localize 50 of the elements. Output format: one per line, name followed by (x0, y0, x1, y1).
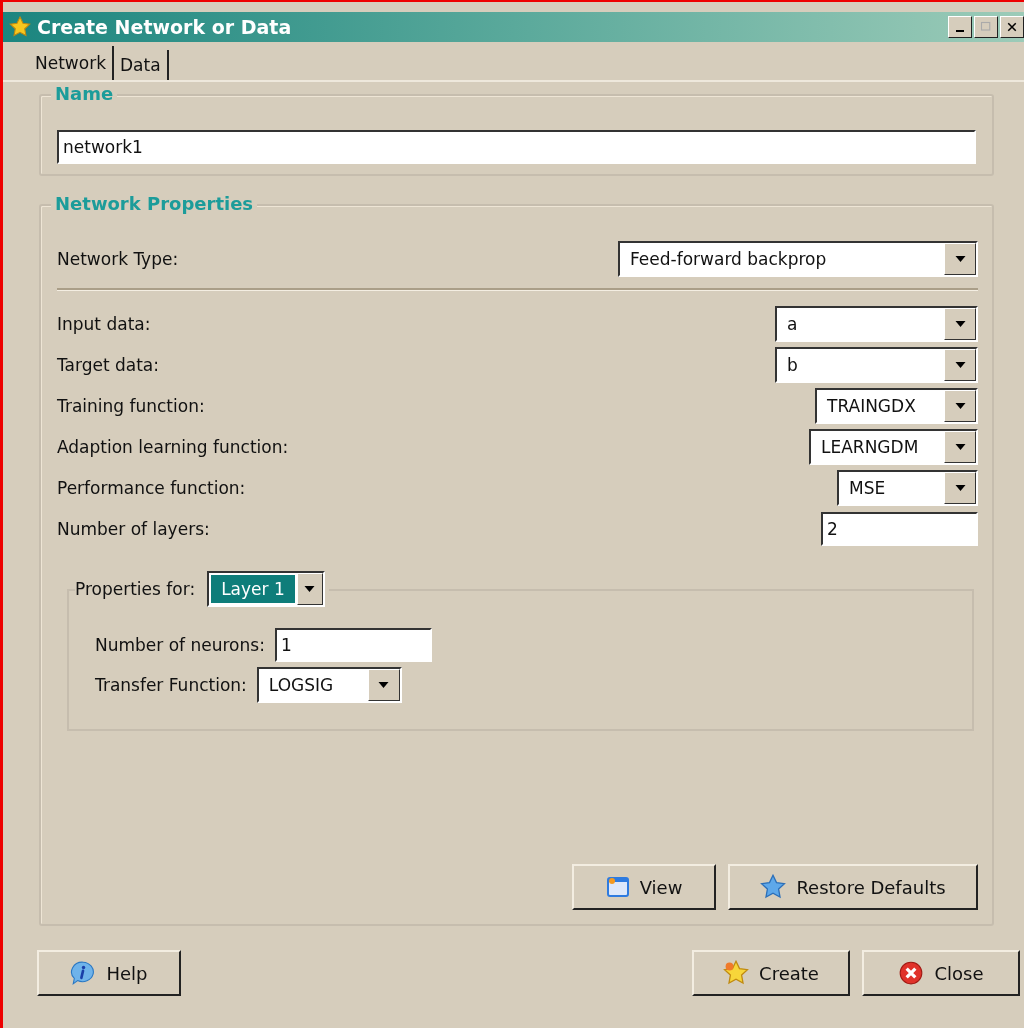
dropdown[interactable]: TRAINGDX (815, 387, 978, 424)
window-title: Create Network or Data (37, 16, 292, 38)
info-icon (70, 960, 97, 986)
field-label: Training function: (57, 395, 205, 416)
star-icon (9, 16, 31, 38)
field-label: Network Type: (57, 249, 179, 269)
caret-icon (954, 361, 966, 368)
network-type-dropdown[interactable]: Feed-forward backprop (618, 241, 978, 277)
layer-dropdown[interactable]: Layer 1 (207, 571, 326, 607)
maximize-icon (980, 21, 992, 33)
star-icon (760, 874, 787, 900)
window-icon (605, 875, 630, 899)
tab[interactable]: Network (29, 46, 114, 80)
field-label: Adaption learning function: (57, 436, 289, 457)
caret-icon (954, 402, 966, 409)
dropdown[interactable]: MSE (837, 469, 978, 506)
minimize-icon (956, 30, 964, 32)
view-button[interactable]: View (572, 864, 716, 910)
close-button[interactable] (1000, 16, 1024, 38)
caret-icon (954, 256, 966, 262)
close-icon (1006, 21, 1018, 33)
caret-icon (954, 443, 966, 450)
field-label: Target data: (57, 354, 160, 375)
field-label: Transfer Function: (95, 675, 247, 695)
caret-icon (954, 320, 966, 327)
close-icon (898, 960, 925, 986)
text-field[interactable]: 1 (274, 628, 432, 662)
dropdown[interactable]: a (775, 305, 978, 342)
name-field[interactable]: network1 (57, 130, 976, 164)
field-label: Properties for: (75, 579, 196, 599)
caret-icon (954, 484, 966, 491)
caret-icon (304, 586, 316, 592)
help-button[interactable]: Help (37, 950, 181, 996)
maximize-button[interactable] (974, 16, 998, 38)
restore-defaults-button[interactable]: Restore Defaults (728, 864, 978, 910)
tab[interactable]: Data (114, 50, 169, 80)
field-label: Input data: (57, 313, 151, 334)
dropdown[interactable]: LOGSIG (256, 667, 402, 703)
close-button[interactable]: Close (862, 950, 1020, 996)
dropdown[interactable]: b (775, 346, 978, 383)
text-field[interactable]: 2 (821, 511, 978, 546)
star-icon (723, 960, 750, 986)
group-title: Network Properties (51, 193, 258, 214)
minimize-button[interactable] (948, 16, 972, 38)
dropdown[interactable]: LEARNGDM (809, 428, 978, 465)
caret-icon (378, 682, 390, 688)
field-label: Number of layers: (57, 518, 210, 539)
create-button[interactable]: Create (692, 950, 850, 996)
field-label: Number of neurons: (95, 635, 265, 655)
field-label: Performance function: (57, 477, 246, 498)
